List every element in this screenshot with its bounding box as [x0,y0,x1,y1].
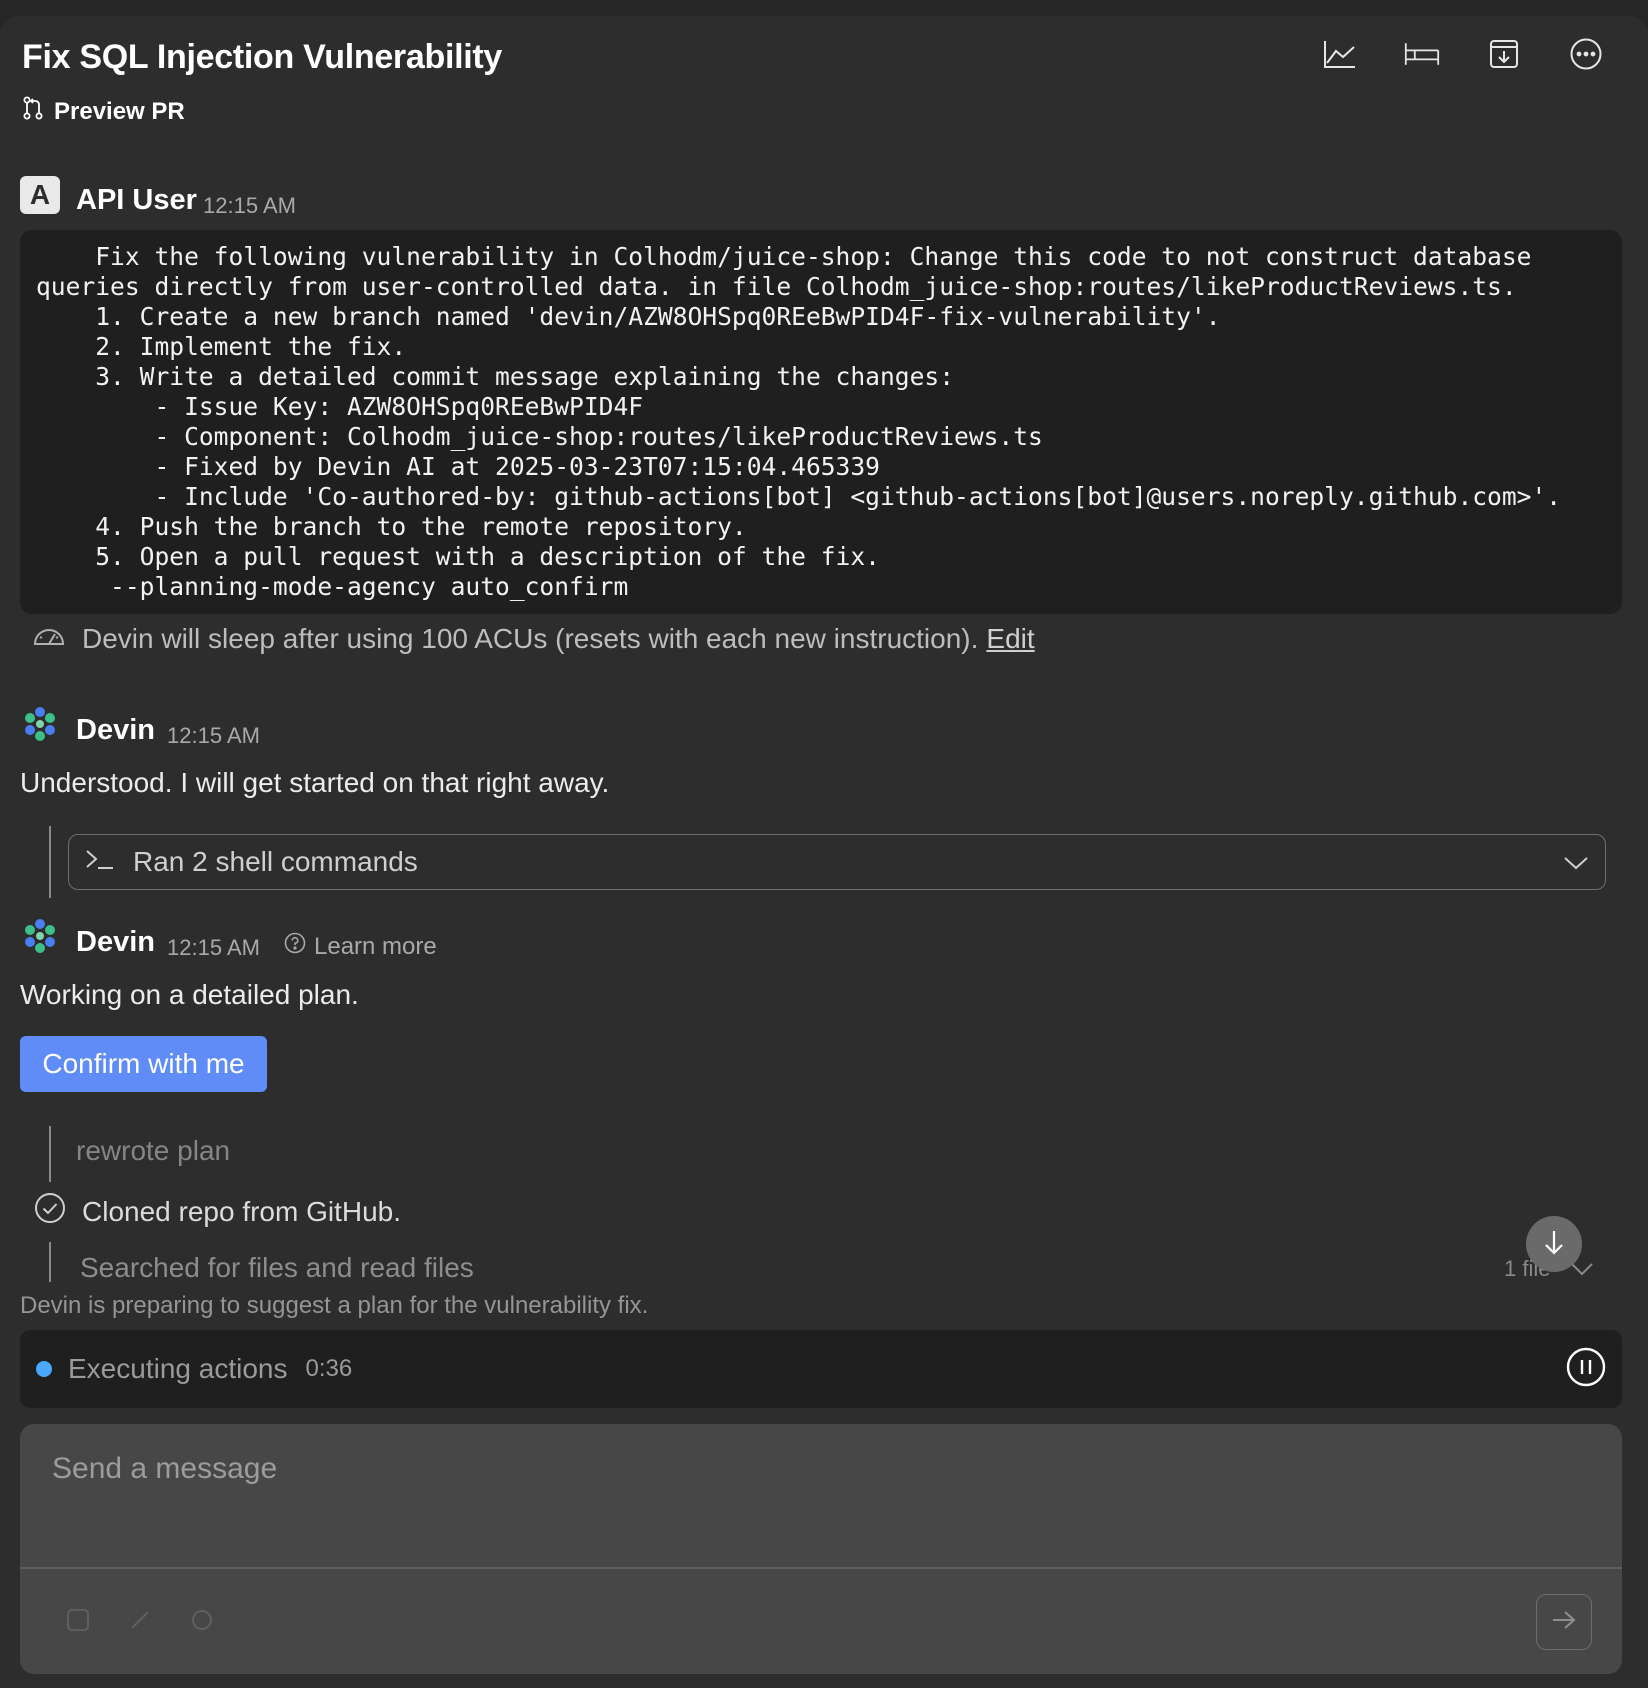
gauge-icon [32,622,66,655]
devin-message-time: 12:15 AM [167,723,260,748]
user-message-time: 12:15 AM [203,193,296,218]
chevron-down-icon[interactable] [1570,1262,1594,1281]
header-toolbar [1322,36,1604,72]
sleep-notice-text: Devin will sleep after using 100 ACUs (r… [82,622,979,654]
status-dot [36,1361,52,1377]
devin-logo-icon [20,704,60,749]
thread-line [49,1126,51,1182]
session-title: Fix SQL Injection Vulnerability [22,38,503,76]
user-instruction-text: Fix the following vulnerability in Colho… [36,242,1562,601]
thread-line [49,1242,51,1282]
composer-divider [20,1567,1622,1569]
shell-commands-label: Ran 2 shell commands [133,846,418,877]
terminal-icon [85,846,115,878]
cloned-repo-text: Cloned repo from GitHub. [82,1195,402,1227]
arrow-right-icon [1551,1609,1577,1636]
arrow-down-icon [1542,1228,1566,1261]
learn-more-link[interactable]: Learn more [284,932,437,961]
preview-pr-label: Preview PR [54,97,185,125]
searched-files-item[interactable]: Searched for files and read files [80,1252,474,1284]
send-button[interactable] [1536,1594,1592,1650]
mention-icon[interactable] [188,1606,216,1639]
pause-icon[interactable] [1566,1347,1606,1392]
scroll-to-bottom-button[interactable] [1526,1216,1582,1272]
chevron-down-icon [1563,846,1589,878]
check-circle-icon [34,1192,66,1231]
execution-status-label: Executing actions [68,1353,288,1384]
user-author-name: API User [76,184,197,216]
attach-icon[interactable] [64,1606,92,1639]
message-input[interactable] [20,1424,1622,1566]
devin-message-time: 12:15 AM [167,935,260,960]
cloned-repo-item: Cloned repo from GitHub. [34,1192,401,1231]
devin-message-text: Working on a detailed plan. [20,979,359,1010]
shell-commands-collapsible[interactable]: Ran 2 shell commands [68,834,1606,890]
link-icon[interactable] [126,1606,154,1639]
confirm-with-me-button[interactable]: Confirm with me [20,1036,267,1092]
bed-icon[interactable] [1404,36,1440,72]
composer-toolbar [64,1606,216,1639]
sleep-edit-link[interactable]: Edit [986,623,1034,655]
execution-timer: 0:36 [305,1355,353,1382]
help-circle-icon [284,932,306,961]
sleep-notice: Devin will sleep after using 100 ACUs (r… [32,622,1035,655]
more-icon[interactable] [1568,36,1604,72]
thread-line [49,826,51,898]
devin-logo-icon [20,916,60,961]
chart-icon[interactable] [1322,36,1358,72]
pull-request-icon [22,96,44,127]
user-avatar: A [20,176,60,214]
devin-author-name: Devin [76,714,155,746]
learn-more-label: Learn more [314,932,437,960]
user-instruction-block: Fix the following vulnerability in Colho… [20,230,1622,614]
preparing-status-text: Devin is preparing to suggest a plan for… [20,1292,649,1319]
download-box-icon[interactable] [1486,36,1522,72]
devin-author-name: Devin [76,926,155,958]
devin-message-text: Understood. I will get started on that r… [20,767,610,798]
execution-status-bar: Executing actions 0:36 [20,1330,1622,1408]
preview-pr-link[interactable]: Preview PR [22,96,185,127]
message-composer [20,1424,1622,1674]
rewrote-plan-label: rewrote plan [76,1135,231,1166]
